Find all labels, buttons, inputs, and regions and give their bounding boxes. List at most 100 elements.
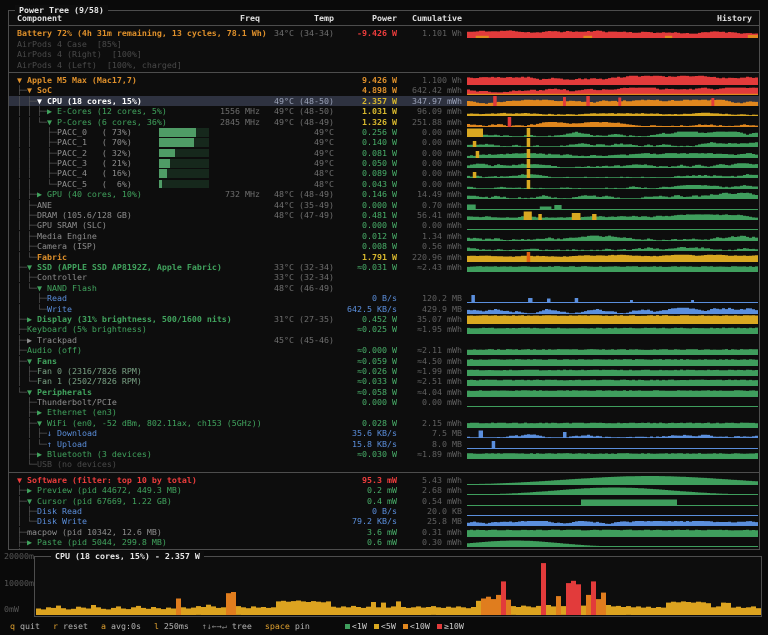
y-tick-mid: 10000m (4, 578, 34, 588)
component-name: Thunderbolt/PCIe (37, 397, 117, 407)
power-value: 0.000 W (337, 220, 397, 231)
tree-row[interactable]: │ ├─Disk Read0 B/s20.0 KB (9, 506, 759, 516)
power-value: 0.481 W (337, 210, 397, 221)
tree-prefix: ├─ (17, 537, 27, 547)
power-value: ≈0.059 W (337, 356, 397, 367)
tree-prefix: ├─ (17, 449, 37, 459)
history-sparkline (467, 293, 758, 303)
tree-row[interactable]: ├─▶ Preview (pid 44672, 449.3 MB)0.2 mW2… (9, 485, 759, 495)
core-usage-bar (159, 169, 209, 178)
tree-row[interactable]: ├─Audio (off)≈0.000 W≈2.11 mWh (9, 345, 759, 355)
history-sparkline (467, 324, 758, 334)
history-cell (467, 137, 758, 147)
history-sparkline (467, 283, 758, 293)
tree-row[interactable]: │ │ └─▼ P-Cores (6 cores, 36%)2845 MHz49… (9, 117, 759, 127)
tree-row[interactable]: │ ├─↓ Download35.6 KB/s7.5 MB (9, 428, 759, 438)
freq-value: 2845 MHz (160, 117, 260, 128)
hotkey-tree[interactable]: ↑↓←→↵ tree (202, 621, 252, 631)
history-cell (467, 485, 758, 495)
tree-row[interactable]: │ ├─ANE44°C (35-49)0.000 W0.70 mWh (9, 200, 759, 210)
tree-row[interactable]: AirPods 4 (Right) [100%] (9, 49, 759, 59)
tree-row[interactable]: │ ├─Fan 0 (2316/7826 RPM)≈0.026 W≈1.99 m… (9, 366, 759, 376)
history-cell (467, 376, 758, 386)
tree-row[interactable]: │ ├─Media Engine0.012 W1.34 mWh (9, 231, 759, 241)
tree-row[interactable]: │ ├─DRAM (105.6/128 GB)48°C (47-49)0.481… (9, 210, 759, 220)
tree-prefix: │ └─ (17, 516, 37, 526)
tree-row[interactable]: ├─▼ SoC4.898 W642.42 mWh (9, 85, 759, 95)
cumulative-value: 0.56 mWh (401, 241, 462, 252)
tree-row[interactable]: │ │ ├─▶ E-Cores (12 cores, 5%)1556 MHz49… (9, 106, 759, 116)
tree-prefix: ├─ (17, 85, 27, 95)
column-header-freq: Freq (160, 13, 260, 24)
tree-row[interactable]: └─▼ Peripherals≈0.058 W≈4.04 mWh (9, 387, 759, 397)
tree-row[interactable]: │ └─Write642.5 KB/s429.9 MB (9, 304, 759, 314)
history-cell (467, 168, 758, 178)
component-name: AirPods 4 (Left) [100%, charged] (17, 60, 182, 70)
tree-row[interactable]: │ │ ├─PACC_4 ( 16%)48°C0.089 W0.00 mWh (9, 168, 759, 178)
power-value: 4.898 W (337, 85, 397, 96)
tree-row[interactable]: ├─▼ WiFi (en0, -52 dBm, 802.11ax, ch153 … (9, 418, 759, 428)
component-name: AirPods 4 (Right) [100%] (17, 49, 142, 59)
tree-row[interactable]: │ │ ├─PACC_1 ( 70%)49°C0.140 W0.00 mWh (9, 137, 759, 147)
column-header-power: Power (337, 13, 397, 24)
tree-row[interactable]: │ └─↑ Upload15.8 KB/s8.0 MB (9, 439, 759, 449)
component-name: ▼ Apple M5 Max (Mac17,7) (17, 75, 137, 85)
history-cell (467, 272, 758, 282)
tree-row[interactable]: │ └─Disk Write79.2 KB/s25.8 MB (9, 516, 759, 526)
tree-row[interactable]: ├─▶ Display (31% brightness, 500/1600 ni… (9, 314, 759, 324)
tree-row[interactable]: AirPods 4 (Left) [100%, charged] (9, 60, 759, 70)
tree-row[interactable]: ├─▼ Fans≈0.059 W≈4.50 mWh (9, 356, 759, 366)
tree-row[interactable]: ├─Keyboard (5% brightness)≈0.025 W≈1.95 … (9, 324, 759, 334)
tree-row[interactable]: │ └─▼ NAND Flash48°C (46-49) (9, 283, 759, 293)
tree-row[interactable]: │ ├─Controller33°C (32-34) (9, 272, 759, 282)
power-value: ≈0.033 W (337, 376, 397, 387)
tree-row[interactable]: ▼ Software (filter: top 10 by total)95.3… (9, 475, 759, 485)
hotkey-label: 250ms (159, 621, 189, 631)
hotkey-reset[interactable]: r reset (53, 621, 88, 631)
tree-row[interactable]: ├─macpow (pid 10342, 12.6 MB)3.6 mW0.31 … (9, 527, 759, 537)
tree-row[interactable]: Battery 72% (4h 31m remaining, 13 cycles… (9, 28, 759, 38)
tree-row[interactable]: ├─▶ Mail (pid 92428, 223.0 MB)0.1 mW0.28… (9, 548, 759, 549)
tree-row[interactable]: │ └─Fan 1 (2502/7826 RPM)≈0.033 W≈2.51 m… (9, 376, 759, 386)
y-tick-max: 20000m (4, 551, 34, 561)
tree-row[interactable]: │ │ ├─PACC_3 ( 21%)49°C0.050 W0.00 mWh (9, 158, 759, 168)
tree-row[interactable]: └─USB (no devices) (9, 459, 759, 469)
tree-row[interactable]: ├─▶ Trackpad45°C (45-46) (9, 335, 759, 345)
temp-value: 49°C (264, 148, 334, 159)
tree-row[interactable]: AirPods 4 Case [85%] (9, 39, 759, 49)
hotkey-avg-0s[interactable]: a avg:0s (101, 621, 141, 631)
tree-row[interactable]: │ │ ├─PACC_2 ( 32%)49°C0.081 W0.00 mWh (9, 148, 759, 158)
tree-row[interactable]: ├─▶ Bluetooth (3 devices)≈0.030 W≈1.89 m… (9, 449, 759, 459)
tree-row[interactable]: │ │ ├─PACC_0 ( 73%)49°C0.256 W0.00 mWh (9, 127, 759, 137)
tree-row[interactable]: │ └─Fabric1.791 W220.96 mWh (9, 252, 759, 262)
tree-prefix: │ ├─ (17, 272, 37, 282)
tree-prefix: ├─ (17, 335, 27, 345)
tree-row[interactable]: │ ├─GPU SRAM (SLC)0.000 W0.00 mWh (9, 220, 759, 230)
tree-row[interactable]: ├─Thunderbolt/PCIe0.000 W0.00 mWh (9, 397, 759, 407)
hotkey-quit[interactable]: q quit (10, 621, 40, 631)
tree-prefix: ├─ (17, 527, 27, 537)
tree-row[interactable]: ├─▶ Ethernet (en3) (9, 407, 759, 417)
tree-row[interactable]: │ ├─Read0 B/s120.2 MB (9, 293, 759, 303)
cumulative-value: 220.96 mWh (401, 252, 462, 263)
cumulative-value: 0.00 mWh (401, 158, 462, 169)
history-sparkline (467, 366, 758, 376)
core-usage-bar (159, 149, 209, 158)
history-sparkline (467, 376, 758, 386)
tree-row[interactable]: │ ├─▼ CPU (18 cores, 15%)49°C (48-50)2.3… (9, 96, 759, 106)
tree-row[interactable]: ├─▼ Cursor (pid 67669, 1.22 GB)0.4 mW0.5… (9, 496, 759, 506)
hotkey-250ms[interactable]: l 250ms (154, 621, 189, 631)
tree-row[interactable]: │ ├─Camera (ISP)0.008 W0.56 mWh (9, 241, 759, 251)
tree-row[interactable]: │ │ └─PACC_5 ( 6%)48°C0.043 W0.00 mWh (9, 179, 759, 189)
hotkey-pin[interactable]: space pin (265, 621, 310, 631)
power-value: 0.1 mW (337, 548, 397, 549)
legend-swatch-icon (403, 624, 408, 629)
tree-row[interactable]: ├─▶ Paste (pid 5044, 299.8 MB)0.6 mW0.30… (9, 537, 759, 547)
column-header-cumulative: Cumulative (401, 13, 462, 24)
tree-row[interactable]: │ ├─▶ GPU (40 cores, 10%)732 MHz48°C (48… (9, 189, 759, 199)
history-sparkline (467, 459, 758, 469)
cumulative-value: 0.00 mWh (401, 137, 462, 148)
component-name: Battery 72% (4h 31m remaining, 13 cycles… (17, 28, 267, 38)
tree-row[interactable]: ▼ Apple M5 Max (Mac17,7)9.426 W1.100 Wh (9, 75, 759, 85)
tree-row[interactable]: ├─▼ SSD (APPLE SSD AP8192Z, Apple Fabric… (9, 262, 759, 272)
